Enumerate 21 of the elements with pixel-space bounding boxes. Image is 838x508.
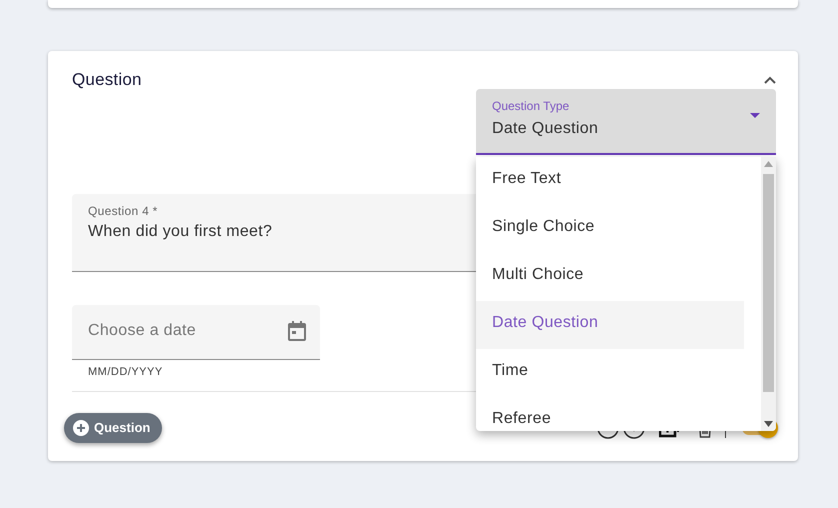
menu-option[interactable]: Date Question — [476, 301, 744, 349]
field-label: Question 4 * — [88, 204, 158, 218]
date-placeholder: Choose a date — [88, 322, 196, 340]
scroll-down-arrow-icon[interactable] — [764, 421, 773, 427]
add-question-button[interactable]: Question — [64, 412, 162, 443]
collapse-chevron-icon[interactable] — [764, 76, 776, 84]
question-type-dropdown[interactable]: Question Type Date Question — [476, 88, 776, 155]
date-picker-field[interactable]: Choose a date — [72, 304, 320, 360]
menu-option[interactable]: Single Choice — [476, 205, 744, 253]
menu-option[interactable]: Referee — [476, 397, 744, 431]
calendar-icon[interactable] — [288, 320, 306, 341]
plus-icon — [73, 420, 89, 436]
section-title: Question — [72, 70, 142, 90]
field-value: When did you first meet? — [88, 222, 272, 241]
scroll-up-arrow-icon[interactable] — [764, 161, 773, 167]
field-label: Question Type — [492, 98, 570, 113]
scrollbar[interactable] — [761, 157, 776, 431]
field-value: Date Question — [492, 120, 598, 138]
date-format-hint: MM/DD/YYYY — [88, 366, 163, 378]
menu-option[interactable]: Time — [476, 349, 744, 397]
dropdown-arrow-icon — [750, 112, 760, 118]
